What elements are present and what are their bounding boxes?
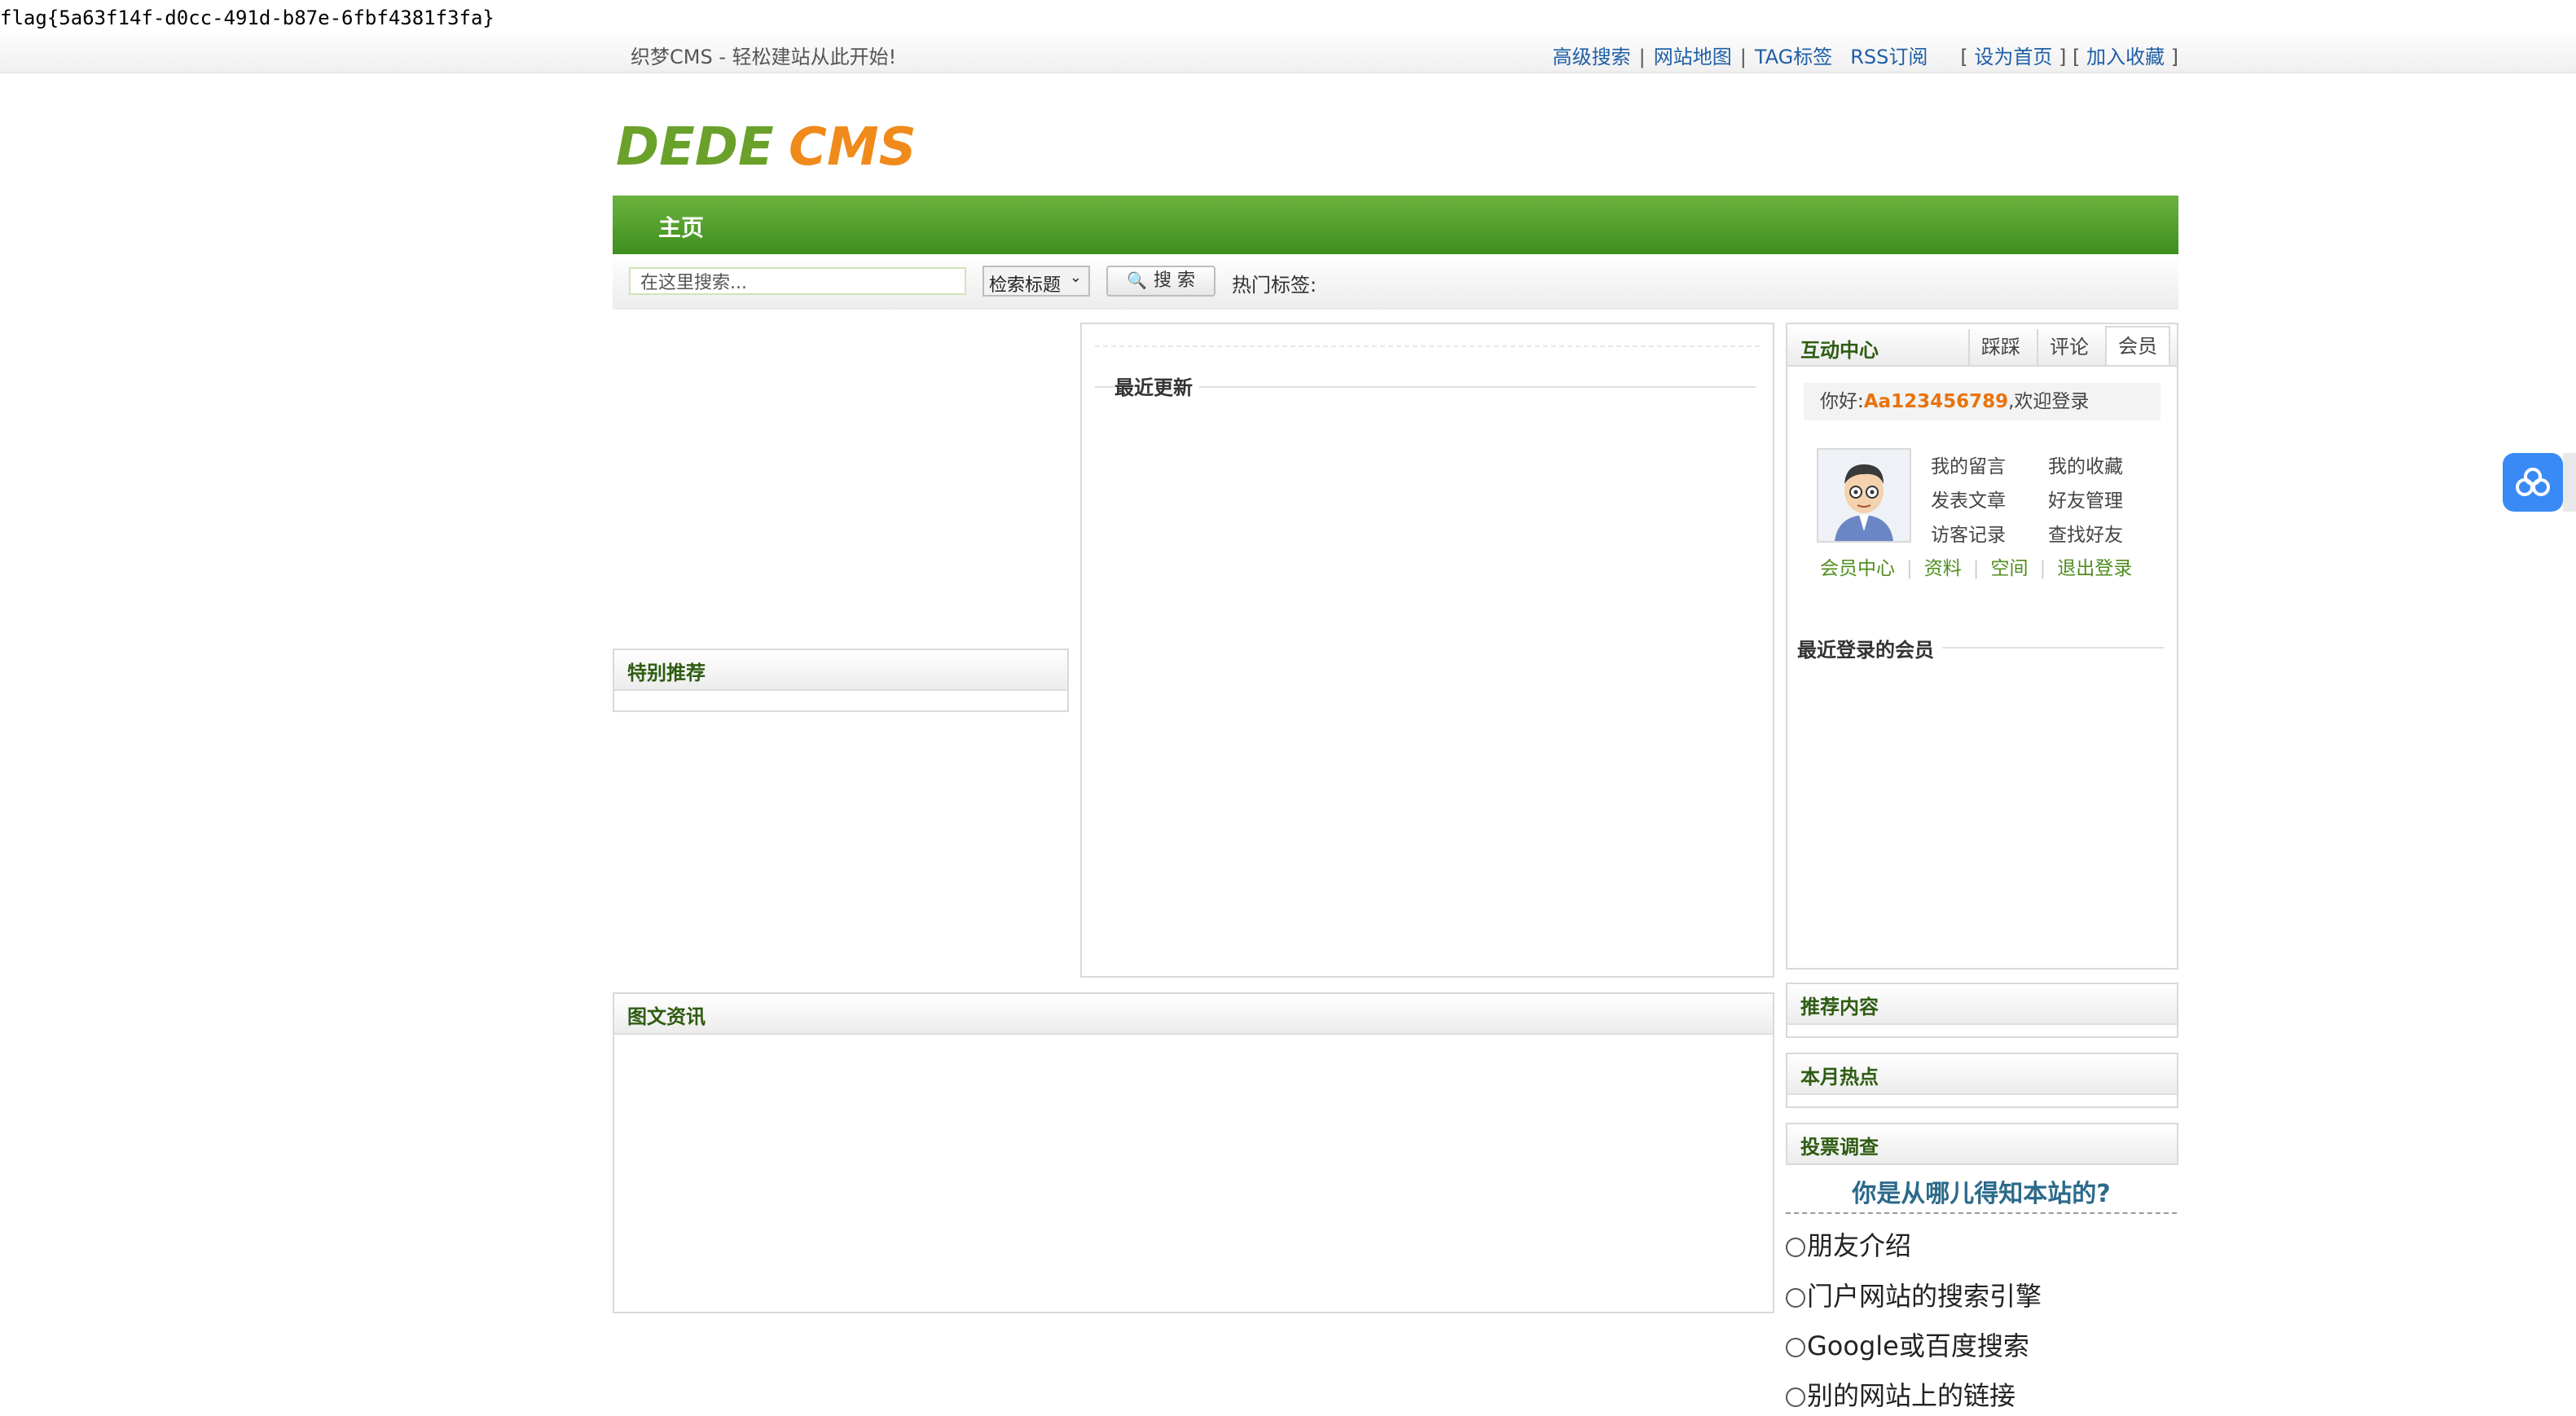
vote-option[interactable]: Google或百度搜索 [1786,1326,2029,1363]
nav-home[interactable]: 主页 [658,210,704,243]
vote-option[interactable]: 别的网站上的链接 [1786,1375,2016,1413]
hello-prefix: 你好: [1820,391,1864,412]
link-my-favorites[interactable]: 我的收藏 [2048,450,2165,484]
hot-tags-label: 热门标签: [1232,274,1317,297]
recommend-panel: 推荐内容 [1786,983,2178,1038]
search-button[interactable]: 🔍 搜 索 [1106,266,1215,297]
latest-panel: 最近更新 [1080,323,1774,978]
cloud-icon [2516,468,2550,496]
vote-option-label: 朋友介绍 [1807,1230,1912,1261]
radio-icon[interactable] [1786,1338,1805,1357]
add-favorite-link[interactable]: 加入收藏 [2086,46,2165,68]
hot-month-title: 本月热点 [1800,1066,1879,1088]
radio-icon[interactable] [1786,1238,1805,1257]
recommend-title: 推荐内容 [1800,996,1879,1018]
vote-option-label: 门户网站的搜索引擎 [1807,1281,2042,1312]
rss-link[interactable]: RSS订阅 [1850,46,1928,68]
tag-link[interactable]: TAG标签 [1755,46,1832,68]
advanced-search-link[interactable]: 高级搜索 [1553,46,1631,68]
interaction-panel: 互动中心 踩踩 评论 会员 你好:Aa123456789,欢迎登录 我的留言 我的… [1786,323,2178,970]
search-input[interactable] [629,267,966,295]
welcome-box: 你好:Aa123456789,欢迎登录 [1804,383,2161,420]
vote-option-label: Google或百度搜索 [1807,1330,2029,1361]
search-button-label: 搜 索 [1153,270,1195,291]
vote-option[interactable]: 朋友介绍 [1786,1225,1911,1263]
top-links: 高级搜索 | 网站地图 | TAG标签 RSS订阅[ 设为首页 ] [ 加入收藏 ] [1552,46,2178,68]
vote-question: 你是从哪儿得知本站的? [1786,1173,2177,1214]
set-home-link[interactable]: 设为首页 [1974,46,2052,68]
site-logo[interactable]: DEDE CMS [616,114,974,179]
vote-option-label: 别的网站上的链接 [1807,1380,2016,1411]
member-bottom-links: 会员中心 | 资料 | 空间 | 退出登录 [1820,558,2133,579]
vote-panel: 投票调查 [1786,1123,2178,1165]
featured-panel: 特别推荐 [613,649,1069,712]
hello-suffix: ,欢迎登录 [2008,391,2090,412]
recent-members-title: 最近登录的会员 [1797,634,1942,662]
logo-text-left: DEDE [616,117,774,178]
dedecms-logo: DEDE CMS [616,117,917,178]
floating-panel-edge [2563,453,2576,512]
top-bar [0,33,2576,73]
username: Aa123456789 [1863,391,2009,412]
picnews-panel: 图文资讯 [613,992,1774,1313]
link-space[interactable]: 空间 [1991,558,2029,579]
link-profile[interactable]: 资料 [1924,558,1962,579]
vote-option[interactable]: 门户网站的搜索引擎 [1786,1276,2042,1313]
featured-title: 特别推荐 [627,662,706,684]
search-type-value: 检索标题 [989,275,1062,296]
search-icon: 🔍 [1127,270,1147,290]
link-logout[interactable]: 退出登录 [2057,558,2132,579]
search-bar: 检索标题 ⌄ 🔍 搜 索 热门标签: [613,254,2178,310]
link-my-messages[interactable]: 我的留言 [1931,450,2048,484]
tab-step[interactable]: 踩踩 [1968,329,2032,365]
link-member-center[interactable]: 会员中心 [1820,558,1895,579]
avatar[interactable] [1817,448,1911,543]
chevron-down-icon: ⌄ [1069,269,1082,286]
link-friend-manage[interactable]: 好友管理 [2048,484,2165,518]
tab-member[interactable]: 会员 [2105,326,2170,365]
sitemap-link[interactable]: 网站地图 [1654,46,1732,68]
link-visitor-log[interactable]: 访客记录 [1931,518,2048,552]
picnews-title: 图文资讯 [627,1005,706,1028]
hot-month-panel: 本月热点 [1786,1053,2178,1108]
latest-title: 最近更新 [1114,372,1199,400]
search-type-select[interactable]: 检索标题 ⌄ [982,266,1090,297]
interaction-title: 互动中心 [1800,339,1879,362]
main-nav: 主页 [613,196,2178,254]
flag-text: flag{5a63f14f-d0cc-491d-b87e-6fbf4381f3f… [0,7,495,29]
floating-assistant-button[interactable] [2503,453,2563,512]
interaction-tabs: 互动中心 踩踩 评论 会员 [1787,324,2177,367]
tab-comment[interactable]: 评论 [2037,329,2100,365]
logo-text-right: CMS [789,117,917,178]
link-find-friends[interactable]: 查找好友 [2048,518,2165,552]
site-slogan: 织梦CMS - 轻松建站从此开始! [631,46,897,68]
member-links: 我的留言 我的收藏 发表文章 好友管理 访客记录 查找好友 [1931,450,2165,552]
radio-icon[interactable] [1786,1387,1805,1407]
radio-icon[interactable] [1786,1288,1805,1308]
avatar-icon [1818,450,1910,541]
link-post-article[interactable]: 发表文章 [1931,484,2048,518]
vote-title: 投票调查 [1800,1136,1879,1159]
